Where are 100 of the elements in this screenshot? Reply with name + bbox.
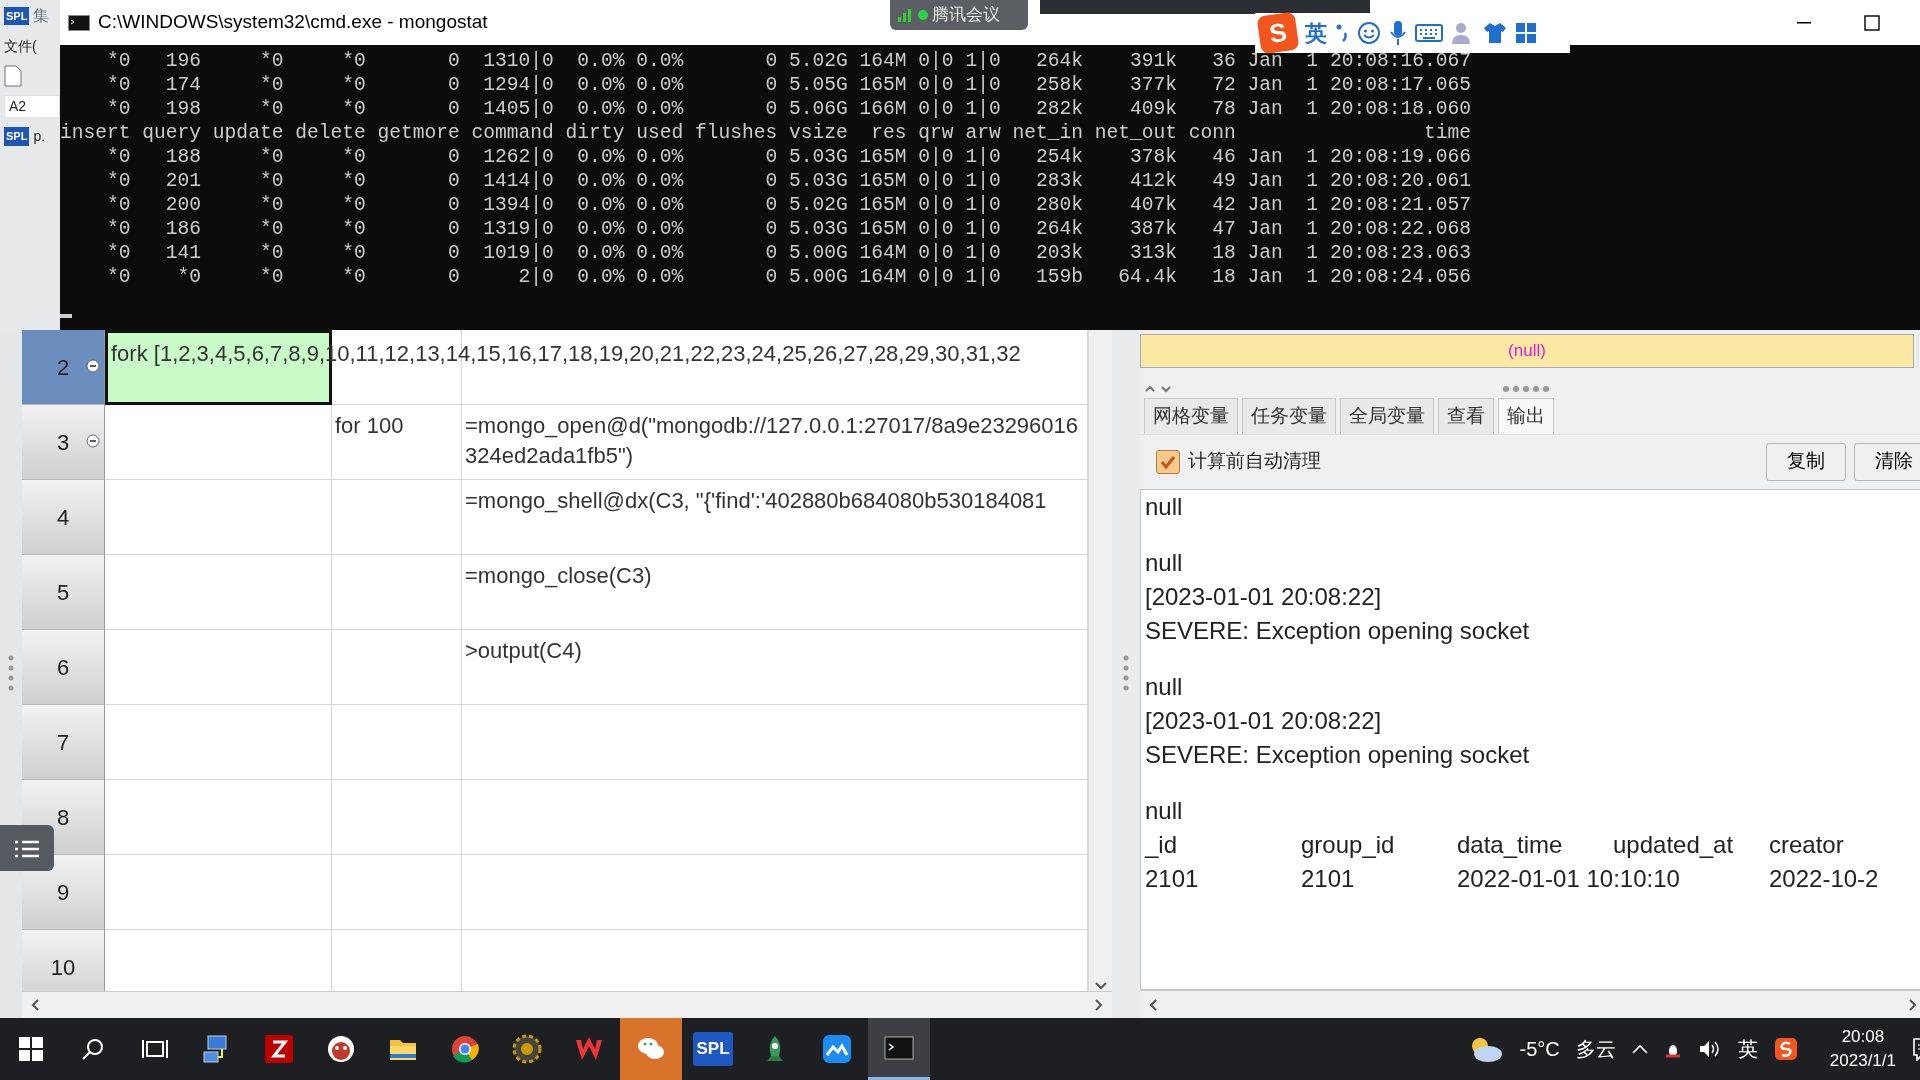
table-cell-text: 2022-10-2 xyxy=(1769,863,1880,894)
file-tab[interactable]: p. xyxy=(33,126,46,147)
app-icon xyxy=(450,1034,480,1064)
app-icon xyxy=(822,1034,852,1064)
shirt-icon[interactable] xyxy=(1483,22,1507,44)
column-header: _id xyxy=(1145,829,1179,860)
console-line: *0 141 *0 *0 0 1019|0 0.0% 0.0% 0 5.00G 164M 0|0 1|0 203k 313k 18 Jan 1 20:08:23.063 xyxy=(106,241,1472,265)
punctuation-icon[interactable] xyxy=(1335,23,1349,43)
meeting-label: 腾讯会议 xyxy=(932,4,1000,27)
minimize-icon xyxy=(1797,21,1811,24)
row-header[interactable]: 6 xyxy=(22,630,105,705)
taskbar-app[interactable]: SPL xyxy=(682,1018,744,1080)
checkbox-label: 计算前自动清理 xyxy=(1188,449,1322,474)
column-header: group_id xyxy=(1301,829,1396,860)
drag-handle-icon[interactable] xyxy=(1502,385,1552,393)
output-line: SEVERE: Exception opening socket xyxy=(1145,739,1531,770)
keyboard-icon[interactable] xyxy=(1415,23,1443,43)
grid-cell[interactable]: >output(C4) xyxy=(462,630,1088,705)
output-line: [2023-01-01 20:08:22] xyxy=(1145,581,1383,612)
table-cell-text: 2101 xyxy=(1145,863,1200,894)
window-title: C:\WINDOWS\system32\cmd.exe - mongostat xyxy=(98,10,488,35)
scroll-down-icon[interactable] xyxy=(1093,980,1108,991)
horizontal-scrollbar[interactable] xyxy=(22,990,1112,1018)
app-icon xyxy=(326,1034,356,1064)
search-icon xyxy=(81,1037,105,1061)
collapse-icon[interactable] xyxy=(86,434,100,448)
column-header: data_time xyxy=(1457,829,1564,860)
maximize-icon xyxy=(1864,14,1880,31)
smiley-icon[interactable] xyxy=(1357,21,1381,45)
check-icon xyxy=(1160,454,1176,469)
tab[interactable]: 任务变量 xyxy=(1242,398,1336,434)
row-header[interactable]: 10 xyxy=(22,930,105,991)
weather-label[interactable]: 多云 xyxy=(1575,1034,1616,1064)
app-icon xyxy=(264,1034,294,1064)
vertical-scrollbar[interactable] xyxy=(1088,330,1112,991)
console-line: insert query update delete getmore command dirty used flushes vsize res qrw arw net_in net_out conn time xyxy=(60,121,1472,145)
clock[interactable]: 20:08 2023/1/1 xyxy=(1829,1025,1896,1073)
cell-name-field[interactable]: A2 xyxy=(4,95,60,118)
console-line: *0 174 *0 *0 0 1294|0 0.0% 0.0% 0 5.05G 165M 0|0 1|0 258k 377k 72 Jan 1 20:08:17.065 xyxy=(106,73,1472,97)
ime-mode[interactable]: 英 xyxy=(1305,16,1327,50)
gear-icon xyxy=(512,1034,542,1064)
collapse-arrows-icon[interactable] xyxy=(1144,384,1172,394)
row-header[interactable]: 7 xyxy=(22,705,105,780)
scroll-left-icon[interactable] xyxy=(30,997,40,1012)
column-header: creator xyxy=(1769,829,1845,860)
console-line: *0 186 *0 *0 0 1319|0 0.0% 0.0% 0 5.03G 165M 0|0 1|0 264k 387k 47 Jan 1 20:08:22.068 xyxy=(106,217,1472,241)
console-line: *0 *0 *0 *0 0 2|0 0.0% 0.0% 0 5.00G 164M 0|0 1|0 159b 64.4k 18 Jan 1 20:08:24.056 xyxy=(106,265,1472,289)
list-menu[interactable] xyxy=(0,825,54,871)
row-header[interactable]: 2 xyxy=(22,330,105,405)
grid-cell[interactable]: for 100 xyxy=(332,405,462,480)
collapse-icon[interactable] xyxy=(86,359,100,373)
action-button[interactable]: 清除 xyxy=(1854,442,1920,481)
grid-cell[interactable]: =mongo_open@d("mongodb://127.0.0.1:27017/8a9e23296016324ed2ada1fb5") xyxy=(462,405,1088,480)
terminal-icon xyxy=(68,14,90,31)
taskbar-app[interactable] xyxy=(868,1018,930,1080)
output-line: null xyxy=(1145,547,1184,578)
app-title: 集 xyxy=(33,6,50,26)
windows-icon xyxy=(19,1037,43,1061)
signal-icon xyxy=(898,8,914,22)
tab[interactable]: 查看 xyxy=(1438,398,1494,434)
row-header[interactable]: 4 xyxy=(22,480,105,555)
grid-cell[interactable]: =mongo_close(C3) xyxy=(462,555,1088,630)
tab[interactable]: 网格变量 xyxy=(1144,398,1238,434)
file-tab-icon: SPL xyxy=(4,127,30,146)
app-logo: SPL xyxy=(4,6,30,26)
console-line: *0 201 *0 *0 0 1414|0 0.0% 0.0% 0 5.03G 165M 0|0 1|0 283k 412k 49 Jan 1 20:08:20.061 xyxy=(106,169,1472,193)
microphone-icon[interactable] xyxy=(1389,20,1407,46)
column-header: updated_at xyxy=(1613,829,1735,860)
console-line: *0 198 *0 *0 0 1405|0 0.0% 0.0% 0 5.06G 166M 0|0 1|0 282k 409k 78 Jan 1 20:08:18.060 xyxy=(106,97,1472,121)
output-line: null xyxy=(1145,671,1184,702)
grid-cell[interactable]: =mongo_shell@dx(C3, "{'find':'402880b684080b530184081 xyxy=(462,480,1088,555)
output-line: null xyxy=(1145,795,1184,826)
text-cursor xyxy=(60,313,72,318)
row-header[interactable]: 9 xyxy=(22,855,105,930)
volume-icon[interactable] xyxy=(1697,1039,1722,1059)
scroll-right-icon[interactable] xyxy=(1908,997,1918,1012)
checkbox[interactable] xyxy=(1156,449,1180,474)
console-line: *0 200 *0 *0 0 1394|0 0.0% 0.0% 0 5.02G 165M 0|0 1|0 280k 407k 42 Jan 1 20:08:21.057 xyxy=(106,193,1472,217)
tab[interactable]: 输出 xyxy=(1498,398,1554,434)
temperature[interactable]: -5°C xyxy=(1519,1034,1560,1064)
table-cell-text: 2101 xyxy=(1301,863,1356,894)
meeting-pill[interactable]: 腾讯会议 xyxy=(890,0,1028,30)
input-mode[interactable]: 英 xyxy=(1737,1034,1758,1064)
output-line: SEVERE: Exception opening socket xyxy=(1145,615,1531,646)
row-header[interactable]: 5 xyxy=(22,555,105,630)
status-dot-icon xyxy=(918,10,928,20)
chevron-up-icon[interactable] xyxy=(1631,1044,1648,1054)
ime-tray-icon[interactable] xyxy=(1773,1037,1798,1061)
console-line: *0 188 *0 *0 0 1262|0 0.0% 0.0% 0 5.03G 165M 0|0 1|0 254k 378k 46 Jan 1 20:08:19.066 xyxy=(106,145,1472,169)
menu-item[interactable]: 文件( xyxy=(4,36,60,57)
scroll-left-icon[interactable] xyxy=(1148,997,1158,1012)
tab[interactable]: 全局变量 xyxy=(1340,398,1434,434)
output-line: [2023-01-01 20:08:22] xyxy=(1145,705,1383,736)
table-cell-text: 2022-01-01 10:10:10 xyxy=(1457,863,1681,894)
scroll-right-icon[interactable] xyxy=(1094,997,1104,1012)
row-header[interactable]: 3 xyxy=(22,405,105,480)
list-icon xyxy=(14,838,40,859)
output-line: null xyxy=(1145,491,1184,522)
grid-icon[interactable] xyxy=(1515,22,1537,44)
action-button[interactable]: 复制 xyxy=(1766,442,1846,481)
